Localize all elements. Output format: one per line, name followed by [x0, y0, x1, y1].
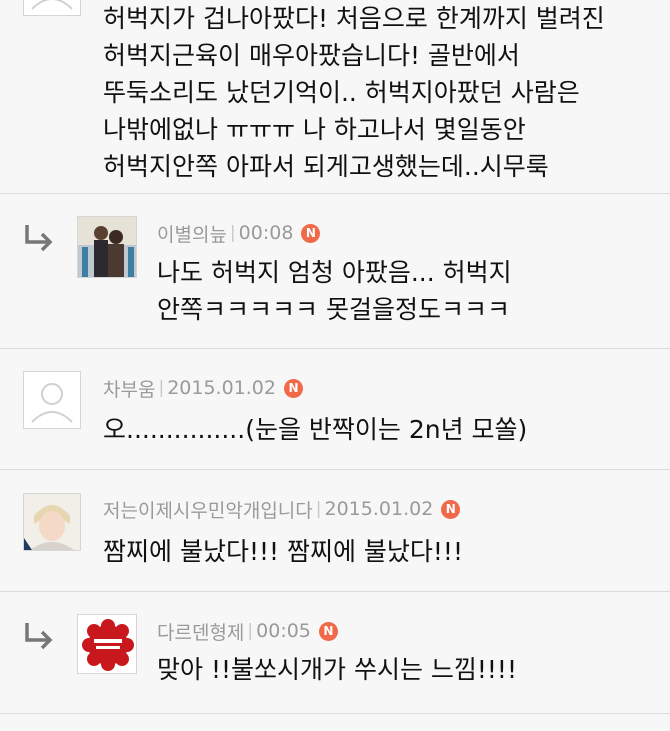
new-badge: N — [301, 223, 321, 243]
comment-text: 허벅지가 겁나아팠다! 처음으로 한계까지 벌려진 허벅지근육이 매우아팠습니다… — [103, 4, 605, 181]
new-badge: N — [283, 378, 303, 398]
reply-arrow-icon — [25, 623, 53, 650]
avatar[interactable] — [77, 216, 137, 278]
divider: | — [158, 378, 165, 398]
comment-text: 맞아 !!불쏘시개가 쑤시는 느낌!!!! — [157, 655, 517, 684]
default-avatar[interactable] — [23, 0, 81, 16]
divider: | — [315, 499, 322, 519]
author-name[interactable]: 다르덴형제 — [157, 618, 244, 645]
author-name[interactable]: 이별의늪 — [157, 220, 227, 247]
default-user-icon — [24, 372, 80, 428]
comment-meta: 다르덴형제 | 00:05 N — [157, 618, 338, 644]
comment-meta: 저는이제시우민악개입니다 | 2015.01.02 N — [103, 496, 461, 523]
comment-meta: 이별의늪 | 00:08 N — [157, 220, 321, 247]
divider: | — [247, 621, 254, 641]
reply-item: 다르덴형제 | 00:05 N 맞아 !!불쏘시개가 쑤시는 느낌!!!! — [0, 592, 670, 714]
timestamp: 00:08 — [238, 222, 294, 244]
couple-photo-icon — [78, 217, 136, 277]
reply-item: 이별의늪 | 00:08 N 나도 허벅지 엄청 아팠음... 허벅지 안쪽ㅋㅋ… — [0, 194, 670, 349]
profile-photo-icon — [24, 494, 80, 550]
new-badge: N — [441, 499, 461, 519]
comment-text: 짬찌에 불났다!!! 짬찌에 불났다!!! — [103, 537, 463, 566]
timestamp: 00:05 — [256, 620, 311, 642]
avatar[interactable] — [23, 493, 81, 551]
author-name[interactable]: 저는이제시우민악개입니다 — [103, 496, 313, 523]
timestamp: 2015.01.02 — [167, 377, 276, 399]
comment-item: 저는이제시우민악개입니다 | 2015.01.02 N 짬찌에 불났다!!! 짬… — [0, 470, 670, 592]
divider: | — [229, 223, 236, 243]
comment-item: 차부움 | 2015.01.02 N 오...............(눈을 반… — [0, 349, 670, 470]
avatar[interactable] — [77, 614, 137, 674]
comment-meta: 차부움 | 2015.01.02 N — [103, 375, 303, 401]
author-name[interactable]: 차부움 — [103, 375, 155, 402]
red-flower-logo-icon — [78, 615, 136, 673]
comment-item: 허벅지가 겁나아팠다! 처음으로 한계까지 벌려진 허벅지근육이 매우아팠습니다… — [0, 0, 670, 194]
comment-text: 나도 허벅지 엄청 아팠음... 허벅지 안쪽ㅋㅋㅋㅋㅋ 못걸을정도ㅋㅋㅋ — [157, 258, 512, 324]
default-user-icon — [24, 0, 80, 15]
comment-text: 오...............(눈을 반짝이는 2n년 모쏠) — [103, 415, 528, 444]
timestamp: 2015.01.02 — [324, 498, 434, 520]
new-badge: N — [318, 621, 338, 641]
reply-arrow-icon — [25, 225, 53, 252]
default-avatar[interactable] — [23, 371, 81, 429]
